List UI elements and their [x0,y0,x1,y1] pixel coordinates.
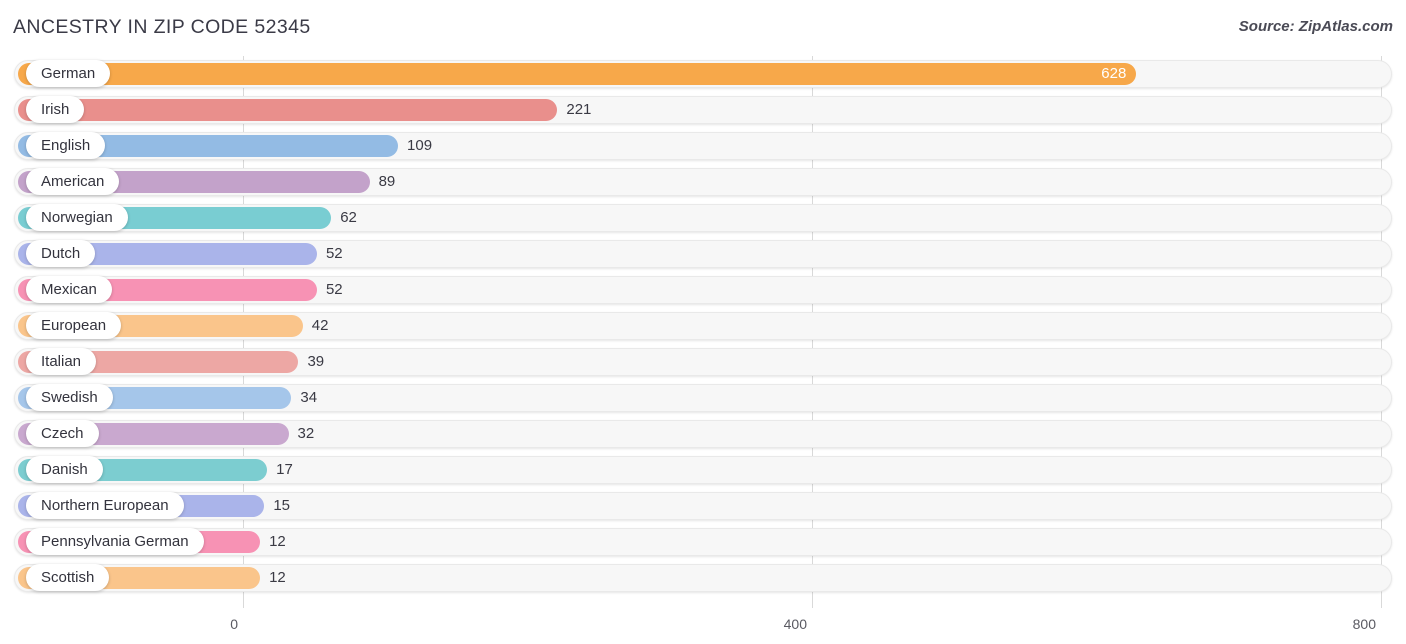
bar-label-text: Czech [41,425,84,442]
bar-label-pill: Danish [26,456,103,483]
bar-value-label: 52 [325,281,343,298]
bar-row[interactable]: Swedish 34 [0,380,1406,416]
bar-value-label: 628 [1101,65,1127,82]
bar-value-label: 62 [340,209,357,226]
bar-row[interactable]: Czech 32 [0,416,1406,452]
bar-label-text: Danish [41,461,88,478]
bar-label-pill: Northern European [26,492,184,519]
bar-label-pill: American [26,168,119,195]
bar-label-pill: Dutch [26,240,95,267]
x-axis: 0 400 800 [0,608,1406,644]
bar-row[interactable]: Dutch 52 [0,236,1406,272]
bar-row[interactable]: Irish 221 [0,92,1406,128]
bar-label-text: Mexican [41,281,97,298]
chart-header: ANCESTRY IN ZIP CODE 52345 Source: ZipAt… [0,0,1406,56]
bar-value-label: 52 [325,245,343,262]
axis-tick-800: 800 [1352,616,1376,632]
bar-fill[interactable] [18,99,558,121]
bar-label-text: Italian [41,353,82,370]
bar-value-label: 32 [297,425,315,442]
page-title: ANCESTRY IN ZIP CODE 52345 [13,16,311,38]
bar-value-label: 109 [407,137,433,154]
bar-label-pill: Mexican [26,276,112,303]
bar-row[interactable]: European 42 [0,308,1406,344]
bar-row[interactable]: Northern European 15 [0,488,1406,524]
bar-label-pill: Pennsylvania German [26,528,204,555]
bar-label-pill: Swedish [26,384,113,411]
axis-tick-400: 400 [783,616,807,632]
bar-row[interactable]: Italian 39 [0,344,1406,380]
bar-row[interactable]: German 628 [0,56,1406,92]
bar-label-text: Pennsylvania German [41,533,189,550]
source-attribution: Source: ZipAtlas.com [1238,18,1393,35]
bar-label-pill: Norwegian [26,204,128,231]
bar-label-text: Norwegian [41,209,113,226]
bar-label-text: Scottish [41,569,95,586]
bar-value-label: 34 [300,389,318,406]
bar-label-pill: English [26,132,105,159]
bar-value-label: 17 [276,461,293,478]
bar-label-text: American [41,173,105,190]
bar-label-text: German [41,65,96,82]
bar-label-pill: Irish [26,96,84,123]
bar-label-text: Northern European [41,497,169,514]
bar-fill[interactable] [18,63,1137,85]
bar-label-text: English [41,137,91,154]
bar-label-pill: Italian [26,348,96,375]
bar-value-label: 15 [273,497,291,514]
bar-label-text: Dutch [41,245,81,262]
bar-label-pill: Scottish [26,564,109,591]
bar-value-label: 12 [269,533,286,550]
bar-row[interactable]: Pennsylvania German 12 [0,524,1406,560]
bar-label-pill: German [26,60,110,87]
bar-label-text: Irish [41,101,70,118]
bar-row[interactable]: American 89 [0,164,1406,200]
bar-value-label: 89 [378,173,396,190]
bar-row[interactable]: English 109 [0,128,1406,164]
axis-tick-0: 0 [230,616,238,632]
bar-value-label: 221 [566,101,592,118]
bar-label-text: Swedish [41,389,98,406]
bar-label-pill: Czech [26,420,99,447]
bar-rows: German 628 Irish 221 English 109 American 89 Nor… [0,56,1406,596]
bar-row[interactable]: Norwegian 62 [0,200,1406,236]
bar-value-label: 42 [311,317,329,334]
bar-row[interactable]: Mexican 52 [0,272,1406,308]
bar-value-label: 12 [269,569,286,586]
bar-row[interactable]: Scottish 12 [0,560,1406,596]
bar-row[interactable]: Danish 17 [0,452,1406,488]
bar-label-text: European [41,317,107,334]
bar-value-label: 39 [307,353,325,370]
chart-plot-area: German 628 Irish 221 English 109 American 89 Nor… [0,56,1406,608]
bar-label-pill: European [26,312,121,339]
